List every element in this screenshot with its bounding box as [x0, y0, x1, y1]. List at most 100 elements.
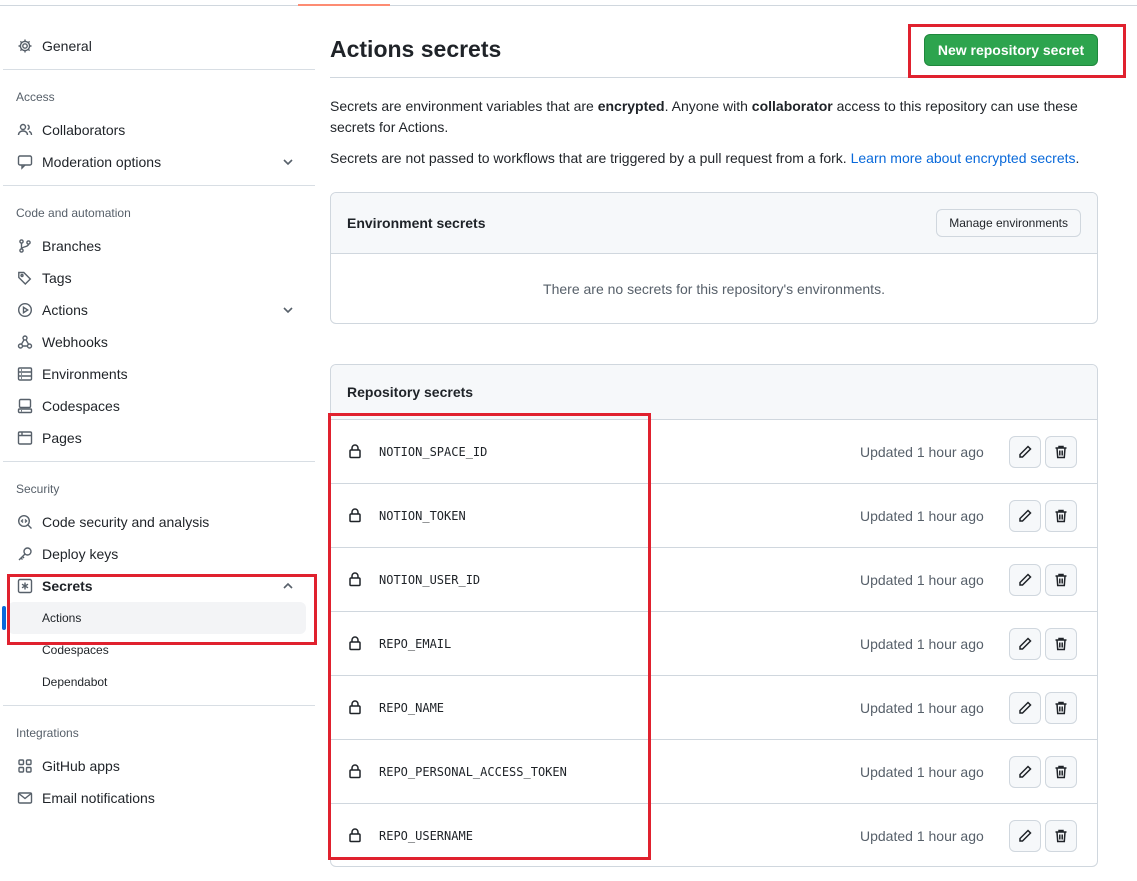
edit-secret-button[interactable] — [1009, 756, 1041, 788]
edit-secret-button[interactable] — [1009, 692, 1041, 724]
sidebar-item-tags[interactable]: Tags — [16, 263, 306, 293]
lock-icon — [347, 571, 363, 587]
sidebar-item-label: Collaborators — [42, 122, 126, 138]
secret-name: NOTION_TOKEN — [379, 508, 466, 523]
sidebar-item-webhooks[interactable]: Webhooks — [16, 327, 306, 357]
description-encrypted: Secrets are environment variables that a… — [330, 96, 1090, 138]
tag-icon — [16, 269, 34, 287]
section-heading-integrations: Integrations — [16, 726, 79, 740]
new-repository-secret-button[interactable]: New repository secret — [924, 34, 1098, 66]
desc-bold: encrypted — [597, 98, 665, 114]
trash-icon — [1055, 829, 1067, 843]
active-indicator-bar — [2, 606, 6, 630]
apps-icon — [16, 757, 34, 775]
settings-sidebar: General Access Collaborators Moderation … — [0, 6, 316, 881]
sidebar-item-moderation-options[interactable]: Moderation options — [16, 147, 306, 177]
environment-secrets-header: Environment secrets Manage environments — [331, 193, 1097, 254]
sidebar-item-secrets[interactable]: Secrets — [16, 571, 306, 601]
secret-row: REPO_USERNAME Updated 1 hour ago — [331, 804, 1097, 866]
edit-secret-button[interactable] — [1009, 820, 1041, 852]
box-title: Environment secrets — [347, 215, 486, 231]
lock-icon — [347, 443, 363, 459]
trash-icon — [1055, 445, 1067, 459]
mail-icon — [16, 789, 34, 807]
sidebar-item-codespaces[interactable]: Codespaces — [16, 391, 306, 421]
sidebar-item-general[interactable]: General — [16, 31, 306, 61]
title-divider — [330, 77, 1098, 78]
sidebar-item-label: Environments — [42, 366, 128, 382]
sidebar-item-github-apps[interactable]: GitHub apps — [16, 751, 306, 781]
chevron-down-icon — [280, 302, 296, 318]
sidebar-item-label: Moderation options — [42, 154, 162, 170]
edit-secret-button[interactable] — [1009, 628, 1041, 660]
sidebar-item-code-security[interactable]: Code security and analysis — [16, 507, 306, 537]
learn-more-link[interactable]: Learn more about encrypted secrets — [851, 150, 1076, 166]
sidebar-item-deploy-keys[interactable]: Deploy keys — [16, 539, 306, 569]
environment-secrets-box: Environment secrets Manage environments … — [330, 192, 1098, 324]
sidebar-subitem-dependabot[interactable]: Dependabot — [42, 668, 107, 696]
sidebar-subitem-actions[interactable]: Actions — [42, 604, 81, 632]
trash-icon — [1055, 765, 1067, 779]
sidebar-item-environments[interactable]: Environments — [16, 359, 306, 389]
sidebar-subitem-codespaces[interactable]: Codespaces — [42, 636, 109, 664]
page-title: Actions secrets — [330, 36, 502, 62]
secret-name: REPO_EMAIL — [379, 636, 452, 651]
chevron-down-icon — [280, 154, 296, 170]
sidebar-item-email-notifications[interactable]: Email notifications — [16, 783, 306, 813]
sidebar-item-label: Codespaces — [42, 398, 120, 414]
sidebar-item-label: General — [42, 38, 92, 54]
sidebar-item-label: Deploy keys — [42, 546, 119, 562]
desc-text: . Anyone with — [664, 98, 752, 114]
trash-icon — [1055, 509, 1067, 523]
desc-bold: collaborator — [751, 98, 833, 114]
secret-name: NOTION_USER_ID — [379, 572, 481, 587]
sidebar-item-label: Actions — [42, 302, 88, 318]
edit-secret-button[interactable] — [1009, 436, 1041, 468]
sidebar-item-label: GitHub apps — [42, 758, 120, 774]
sidebar-item-actions[interactable]: Actions — [16, 295, 306, 325]
delete-secret-button[interactable] — [1045, 500, 1077, 532]
secret-updated: Updated 1 hour ago — [860, 443, 984, 460]
edit-secret-button[interactable] — [1009, 564, 1041, 596]
lock-icon — [347, 763, 363, 779]
gear-icon — [16, 37, 34, 55]
codespaces-icon — [16, 397, 34, 415]
lock-icon — [347, 507, 363, 523]
section-heading-code-automation: Code and automation — [16, 206, 131, 220]
sidebar-item-label: Webhooks — [42, 334, 108, 350]
delete-secret-button[interactable] — [1045, 692, 1077, 724]
sidebar-item-pages[interactable]: Pages — [16, 423, 306, 453]
delete-secret-button[interactable] — [1045, 564, 1077, 596]
trash-icon — [1055, 573, 1067, 587]
desc-text: Secrets are environment variables that a… — [330, 98, 598, 114]
secret-updated: Updated 1 hour ago — [860, 828, 984, 844]
delete-secret-button[interactable] — [1045, 756, 1077, 788]
asterisk-box-icon — [16, 577, 34, 595]
pencil-icon — [1019, 573, 1032, 586]
desc-text: Secrets are not passed to workflows that… — [330, 150, 851, 166]
empty-state-message: There are no secrets for this repository… — [543, 281, 885, 297]
secret-name: REPO_PERSONAL_ACCESS_TOKEN — [379, 764, 567, 779]
edit-secret-button[interactable] — [1009, 500, 1041, 532]
delete-secret-button[interactable] — [1045, 820, 1077, 852]
section-heading-access: Access — [16, 90, 55, 104]
delete-secret-button[interactable] — [1045, 436, 1077, 468]
lock-icon — [347, 635, 363, 651]
sidebar-divider — [3, 705, 315, 706]
secret-updated: Updated 1 hour ago — [860, 571, 984, 588]
trash-icon — [1055, 637, 1067, 651]
delete-secret-button[interactable] — [1045, 628, 1077, 660]
branch-icon — [16, 237, 34, 255]
secret-row: NOTION_SPACE_ID Updated 1 hour ago — [331, 420, 1097, 484]
trash-icon — [1055, 701, 1067, 715]
lock-icon — [347, 699, 363, 715]
sidebar-item-label: Code security and analysis — [42, 514, 210, 530]
manage-environments-button[interactable]: Manage environments — [936, 209, 1081, 237]
pencil-icon — [1019, 765, 1032, 778]
section-heading-security: Security — [16, 482, 60, 496]
desc-text: . — [1075, 150, 1080, 166]
sidebar-item-collaborators[interactable]: Collaborators — [16, 115, 306, 145]
pencil-icon — [1019, 701, 1032, 714]
sidebar-item-branches[interactable]: Branches — [16, 231, 306, 261]
repository-secrets-header: Repository secrets — [331, 365, 1097, 420]
